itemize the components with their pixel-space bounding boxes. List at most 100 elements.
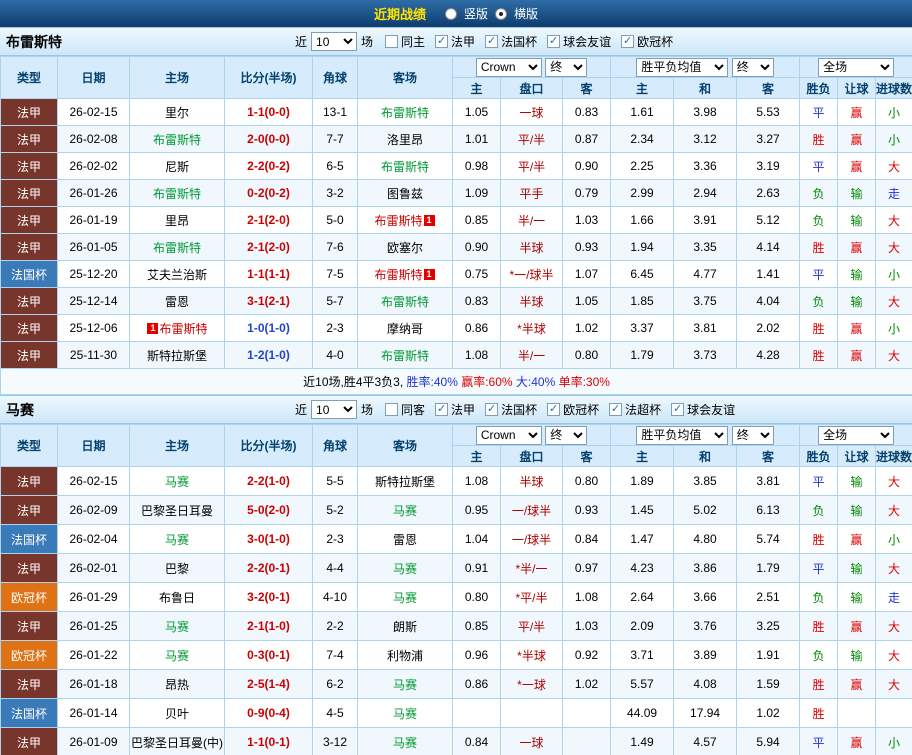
team-name[interactable]: 图鲁兹 xyxy=(387,187,423,201)
team-name[interactable]: 马赛 xyxy=(393,562,417,576)
horizontal-radio-icon[interactable] xyxy=(495,7,507,20)
checkbox-icon[interactable]: ✓ xyxy=(435,403,449,416)
team-name[interactable]: 巴黎圣日耳曼 xyxy=(141,504,213,518)
team-name[interactable]: 马赛 xyxy=(165,649,189,663)
checkbox-icon[interactable]: ✓ xyxy=(671,403,685,416)
filter-checkbox[interactable]: ✓ 球会友谊 xyxy=(547,33,611,50)
team-name[interactable]: 巴黎 xyxy=(165,562,189,576)
team-name[interactable]: 利物浦 xyxy=(387,649,423,663)
team-name[interactable]: 马赛 xyxy=(393,707,417,721)
filter-checkbox[interactable]: ✓ 欧冠杯 xyxy=(547,401,599,418)
team-name[interactable]: 布雷斯特 xyxy=(374,214,422,228)
avg-odds-select[interactable]: 胜平负均值 xyxy=(636,57,729,77)
checkbox-icon[interactable]: ✓ xyxy=(547,403,561,416)
filter-checkbox[interactable]: ✓ 法甲 xyxy=(435,33,475,50)
avg-home: 1.89 xyxy=(610,466,675,496)
match-count-select[interactable]: 10 xyxy=(311,32,358,51)
vertical-layout-label[interactable]: 竖版 xyxy=(464,5,488,22)
team-name[interactable]: 马赛 xyxy=(393,678,417,692)
team-name[interactable]: 巴黎圣日耳曼(中) xyxy=(131,736,223,750)
checkbox-icon[interactable]: ✓ xyxy=(547,35,561,48)
team-name[interactable]: 布雷斯特 xyxy=(381,295,429,309)
bookmaker-select[interactable]: Crown xyxy=(475,425,542,445)
scope-select[interactable]: 全场 xyxy=(818,425,895,445)
filter-checkbox[interactable]: ✓ 法甲 xyxy=(435,401,475,418)
team-name[interactable]: 布雷斯特 xyxy=(153,187,201,201)
team-name[interactable]: 尼斯 xyxy=(165,160,189,174)
checkbox-icon[interactable]: ✓ xyxy=(609,403,623,416)
filter-checkbox[interactable]: 同客 xyxy=(385,401,425,418)
team-name[interactable]: 布雷斯特 xyxy=(153,133,201,147)
summary-segment: 单率:30% xyxy=(558,375,610,389)
filter-checkbox[interactable]: 同主 xyxy=(385,33,425,50)
match-date: 26-01-05 xyxy=(57,233,130,261)
team-name[interactable]: 马赛 xyxy=(165,620,189,634)
checkbox-icon[interactable] xyxy=(385,403,399,416)
filter-checkbox[interactable]: ✓ 欧冠杯 xyxy=(621,33,673,50)
scope-select[interactable]: 全场 xyxy=(818,57,895,77)
team-name[interactable]: 朗斯 xyxy=(393,620,417,634)
bookmaker-select[interactable]: Crown xyxy=(475,57,542,77)
filter-checkbox[interactable]: ✓ 球会友谊 xyxy=(671,401,735,418)
match-row: 法甲 26-01-18 昂热 2-5(1-4) 6-2 马赛 0.86 *一球 1.02 5.57… xyxy=(0,669,912,699)
checkbox-icon[interactable]: ✓ xyxy=(621,35,635,48)
home-team-cell: 贝叶 xyxy=(129,698,225,728)
team-name[interactable]: 布雷斯特 xyxy=(381,349,429,363)
team-name[interactable]: 昂热 xyxy=(165,678,189,692)
team-name[interactable]: 马赛 xyxy=(165,533,189,547)
league-badge: 法甲 xyxy=(0,314,58,342)
filter-checkbox[interactable]: ✓ 法国杯 xyxy=(485,33,537,50)
avg-final-select[interactable]: 终 xyxy=(731,425,774,445)
avg-odds-select[interactable]: 胜平负均值 xyxy=(636,425,729,445)
team-name[interactable]: 洛里昂 xyxy=(387,133,423,147)
team-name[interactable]: 贝叶 xyxy=(165,707,189,721)
home-team-cell: 布雷斯特 xyxy=(129,233,225,261)
avg-home: 6.45 xyxy=(610,260,675,288)
vertical-radio-icon[interactable] xyxy=(444,7,457,20)
team-name[interactable]: 马赛 xyxy=(393,591,417,605)
team-name[interactable]: 马赛 xyxy=(165,475,189,489)
odds-away: 1.03 xyxy=(561,611,612,641)
filter-checkbox[interactable]: ✓ 法超杯 xyxy=(609,401,661,418)
odds-home: 1.09 xyxy=(452,179,501,207)
team-name[interactable]: 马赛 xyxy=(393,504,417,518)
filter-label: 法甲 xyxy=(451,35,476,49)
scope-group-header: 全场 xyxy=(799,56,912,78)
checkbox-icon[interactable]: ✓ xyxy=(485,35,499,48)
team-name[interactable]: 里尔 xyxy=(165,106,189,120)
team-name[interactable]: 里昂 xyxy=(165,214,189,228)
col-avg-home: 主 xyxy=(610,77,675,99)
final-odds-select[interactable]: 终 xyxy=(545,57,588,77)
match-count-select[interactable]: 10 xyxy=(311,400,358,419)
team-name[interactable]: 艾夫兰治斯 xyxy=(147,268,207,282)
avg-draw: 3.76 xyxy=(673,611,738,641)
team-name[interactable]: 布雷斯特 xyxy=(381,106,429,120)
team-name[interactable]: 雷恩 xyxy=(393,533,417,547)
odds-away xyxy=(561,727,612,755)
avg-home: 1.66 xyxy=(610,206,675,234)
team-name[interactable]: 布雷斯特 xyxy=(153,241,201,255)
checkbox-icon[interactable] xyxy=(385,35,399,48)
odds-handicap: 平/半 xyxy=(500,125,563,153)
avg-final-select[interactable]: 终 xyxy=(731,57,774,77)
match-row: 法甲 26-02-08 布雷斯特 2-0(0-0) 7-7 洛里昂 1.01 平/半 0.87 2… xyxy=(0,125,912,153)
checkbox-icon[interactable]: ✓ xyxy=(435,35,449,48)
team-name[interactable]: 摩纳哥 xyxy=(387,322,423,336)
topbar: 近期战绩 竖版 横版 xyxy=(0,0,912,27)
filter-checkbox[interactable]: ✓ 法国杯 xyxy=(485,401,537,418)
team-name[interactable]: 布雷斯特 xyxy=(381,160,429,174)
checkbox-icon[interactable]: ✓ xyxy=(485,403,499,416)
horizontal-layout-label[interactable]: 横版 xyxy=(514,5,538,22)
team-name[interactable]: 斯特拉斯堡 xyxy=(147,349,207,363)
team-name[interactable]: 斯特拉斯堡 xyxy=(375,475,435,489)
home-team-cell: 艾夫兰治斯 xyxy=(129,260,225,288)
handicap-result-cell: 输 xyxy=(837,495,877,525)
team-name[interactable]: 布鲁日 xyxy=(159,591,195,605)
final-odds-select[interactable]: 终 xyxy=(545,425,588,445)
team-name[interactable]: 布雷斯特 xyxy=(374,268,422,282)
team-name[interactable]: 布雷斯特 xyxy=(159,322,207,336)
team-name[interactable]: 雷恩 xyxy=(165,295,189,309)
team-name[interactable]: 马赛 xyxy=(393,736,417,750)
team-name[interactable]: 欧塞尔 xyxy=(387,241,423,255)
corner-count: 13-1 xyxy=(312,98,358,126)
